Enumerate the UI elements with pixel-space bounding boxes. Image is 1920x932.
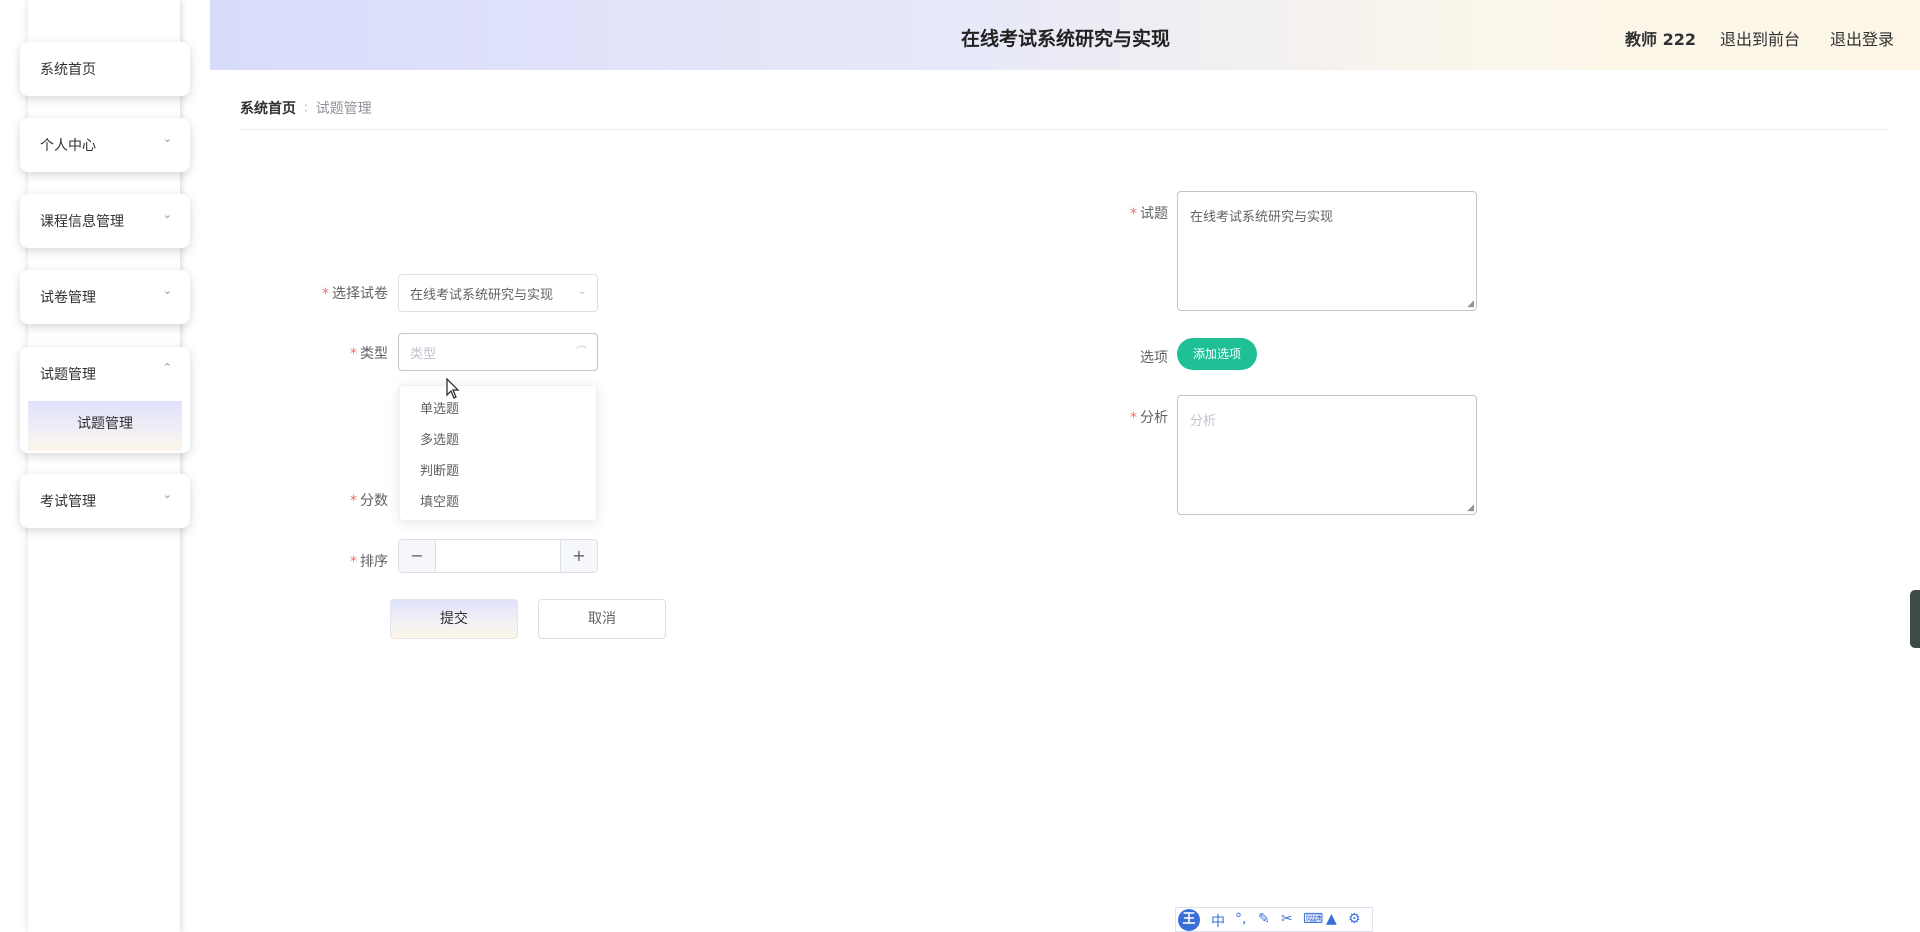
punctuation-icon[interactable]: °,: [1235, 911, 1246, 927]
resize-handle-icon[interactable]: ◢: [1467, 503, 1474, 513]
ime-mode[interactable]: 中: [1211, 911, 1225, 931]
dropdown-option[interactable]: 多选题: [420, 429, 459, 448]
order-stepper: − +: [398, 539, 598, 573]
sidebar-item-question-management[interactable]: 试题管理 ⌃: [20, 347, 190, 401]
type-dropdown: 单选题 多选题 判断题 填空题: [399, 385, 597, 521]
chevron-down-icon: ⌄: [162, 488, 172, 501]
chevron-down-icon: ⌄: [577, 284, 587, 297]
mouse-cursor-icon: [446, 378, 460, 399]
settings-icon[interactable]: ⚙: [1348, 911, 1361, 927]
sidebar-item-label: 系统首页: [40, 62, 96, 78]
top-header: 在线考试系统研究与实现 教师 222 退出到前台 退出登录: [210, 0, 1920, 70]
paper-label: * 选择试卷: [322, 286, 388, 302]
side-widget-handle[interactable]: [1910, 590, 1920, 648]
dropdown-option[interactable]: 单选题: [420, 398, 459, 417]
sidebar-item-home[interactable]: 系统首页: [20, 42, 190, 96]
sidebar-item-personal-center[interactable]: 个人中心 ⌄: [20, 118, 190, 172]
sidebar-item-course-info[interactable]: 课程信息管理 ⌄: [20, 194, 190, 248]
paper-select-value: 在线考试系统研究与实现: [410, 288, 554, 303]
decrease-button[interactable]: −: [399, 540, 436, 572]
pen-icon[interactable]: ✎: [1258, 911, 1270, 927]
divider: [238, 129, 1888, 130]
breadcrumb-current: 试题管理: [315, 101, 372, 117]
ime-logo[interactable]: 王: [1178, 909, 1200, 931]
analysis-label: * 分析: [1130, 410, 1168, 426]
analysis-textarea[interactable]: 分析 ◢: [1177, 395, 1477, 515]
question-textarea[interactable]: 在线考试系统研究与实现 ◢: [1177, 191, 1477, 311]
analysis-placeholder: 分析: [1190, 414, 1217, 429]
add-option-button[interactable]: 添加选项: [1177, 338, 1257, 370]
sidebar-item-label: 试卷管理: [40, 290, 96, 306]
score-label: * 分数: [350, 493, 388, 509]
cancel-button[interactable]: 取消: [538, 599, 666, 639]
type-label: * 类型: [350, 346, 388, 362]
sidebar-item-exam-management[interactable]: 考试管理 ⌄: [20, 474, 190, 528]
page-title: 在线考试系统研究与实现: [961, 28, 1171, 50]
paper-select[interactable]: 在线考试系统研究与实现 ⌄: [398, 274, 598, 312]
dropdown-option[interactable]: 判断题: [420, 460, 459, 479]
logout-link[interactable]: 退出登录: [1830, 26, 1894, 50]
skin-icon[interactable]: ▲: [1326, 911, 1337, 927]
question-value: 在线考试系统研究与实现: [1190, 210, 1334, 225]
order-input[interactable]: [436, 540, 560, 572]
sidebar-item-label: 课程信息管理: [40, 214, 124, 230]
sidebar-group-question-management: 试题管理 ⌃ 试题管理: [20, 347, 190, 453]
options-label: 选项: [1140, 350, 1168, 366]
submit-button[interactable]: 提交: [390, 599, 518, 639]
sidebar-item-label: 考试管理: [40, 494, 96, 510]
chevron-up-icon: ⌒: [576, 345, 587, 358]
ime-toolbar: 王 中 °, ✎ ✂ ⌨ ▲ ⚙: [1175, 907, 1373, 932]
keyboard-icon[interactable]: ⌨: [1303, 911, 1323, 927]
type-select-placeholder: 类型: [410, 347, 437, 362]
order-label: * 排序: [350, 554, 388, 570]
type-select[interactable]: 类型 ⌒: [398, 333, 598, 371]
chevron-down-icon: ⌄: [162, 284, 172, 297]
user-name: 教师 222: [1625, 30, 1696, 49]
chevron-up-icon: ⌃: [162, 361, 172, 374]
resize-handle-icon[interactable]: ◢: [1467, 299, 1474, 309]
question-label: * 试题: [1130, 206, 1168, 222]
sidebar-item-paper-management[interactable]: 试卷管理 ⌄: [20, 270, 190, 324]
sidebar-item-label: 个人中心: [40, 138, 96, 154]
chevron-down-icon: ⌄: [162, 132, 172, 145]
increase-button[interactable]: +: [560, 540, 597, 572]
breadcrumb-separator-icon: ∶: [304, 101, 308, 117]
exit-to-frontend-link[interactable]: 退出到前台: [1720, 26, 1800, 50]
breadcrumb-home[interactable]: 系统首页: [240, 101, 296, 117]
chevron-down-icon: ⌄: [162, 208, 172, 221]
breadcrumb: 系统首页 ∶ 试题管理: [240, 98, 372, 118]
sidebar-item-label: 试题管理: [40, 367, 96, 383]
scissors-icon[interactable]: ✂: [1281, 911, 1293, 927]
dropdown-option[interactable]: 填空题: [420, 491, 459, 510]
submenu-item-question-management[interactable]: 试题管理: [28, 401, 182, 451]
